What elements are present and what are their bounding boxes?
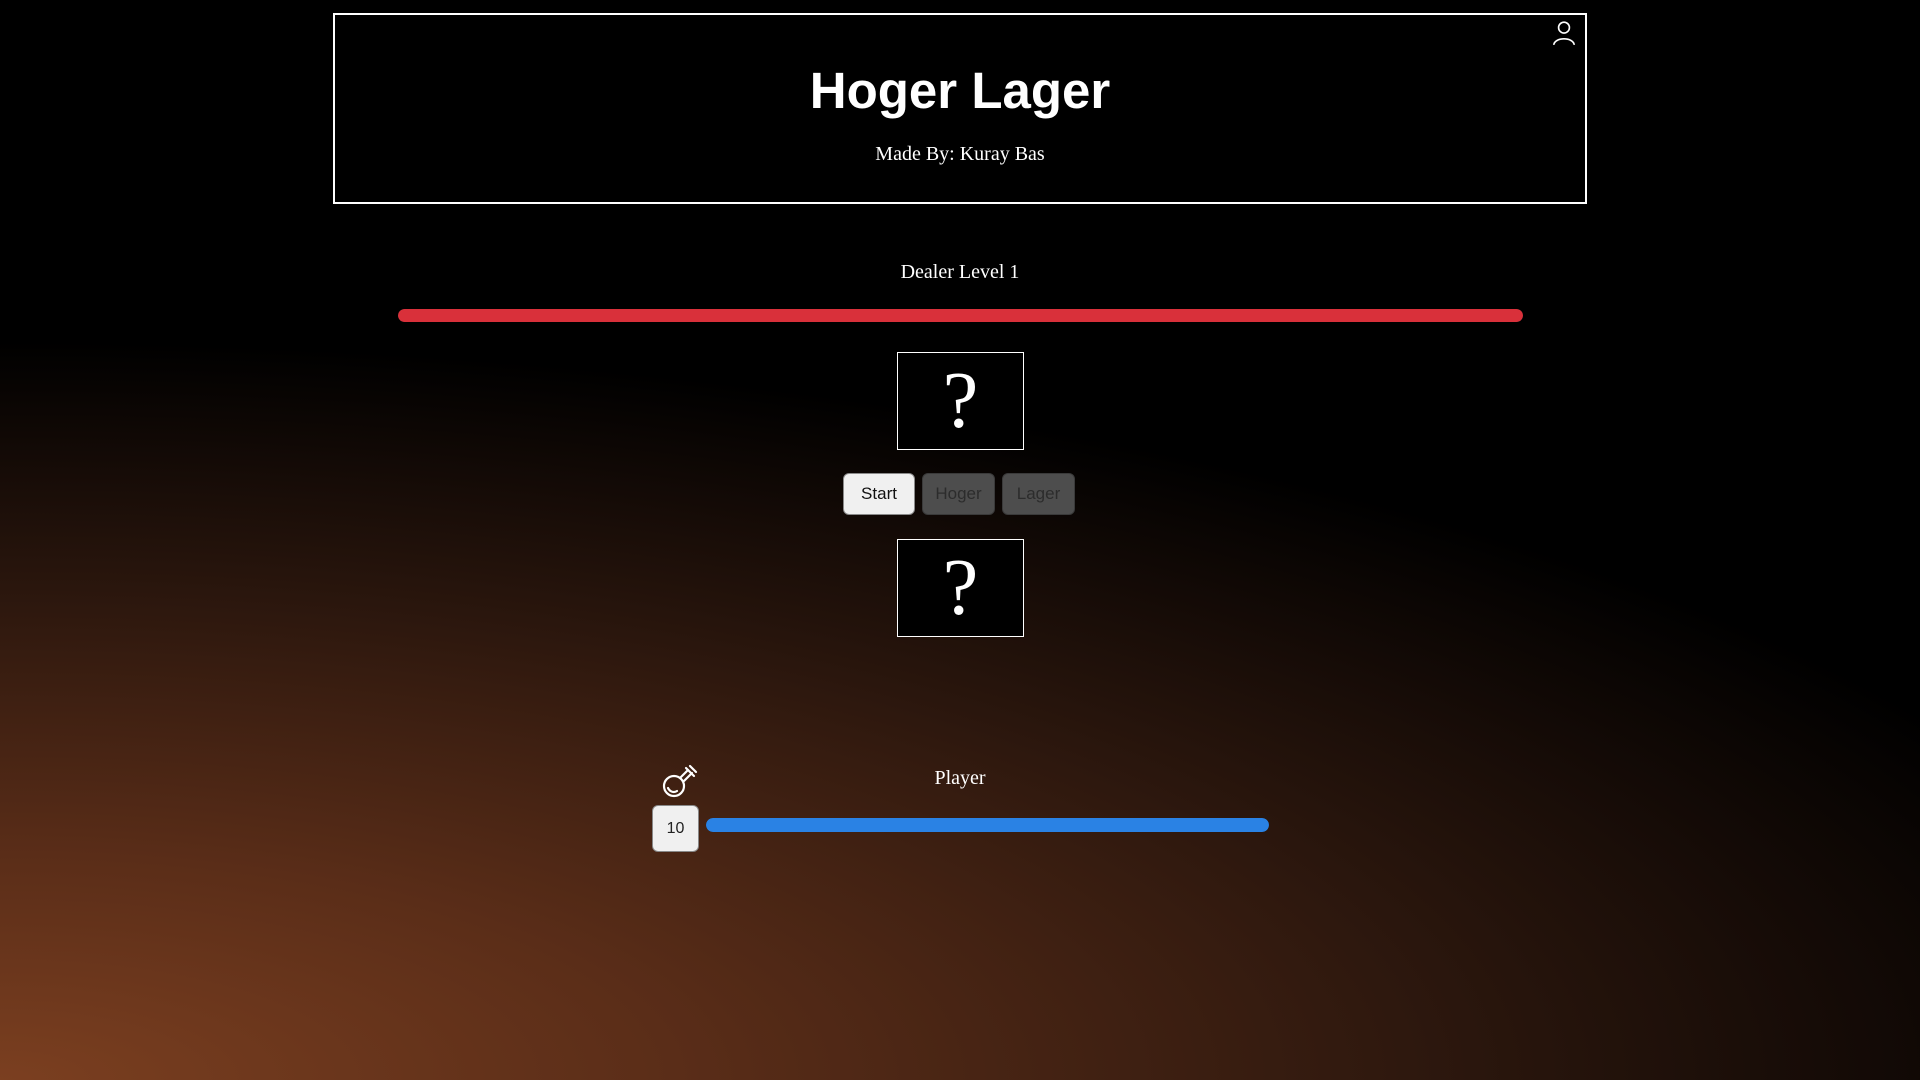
lower-button[interactable]: Lager: [1002, 473, 1075, 515]
start-button[interactable]: Start: [843, 473, 915, 515]
dealer-level-label: Dealer Level 1: [900, 261, 1020, 283]
action-buttons: Start Hoger Lager: [843, 473, 1075, 515]
player-card: ?: [897, 539, 1024, 637]
user-icon[interactable]: [1551, 20, 1577, 46]
author-credit: Made By: Kuray Bas: [875, 143, 1045, 165]
player-label: Player: [934, 767, 986, 789]
player-health-bar: [706, 818, 1269, 832]
higher-button[interactable]: Hoger: [922, 473, 995, 515]
dealer-health-fill: [398, 309, 1523, 322]
potion-icon[interactable]: [659, 762, 699, 802]
game-title: Hoger Lager: [809, 62, 1111, 119]
dealer-health-bar: [398, 309, 1523, 322]
header-panel: Hoger Lager Made By: Kuray Bas: [333, 13, 1587, 204]
player-health-fill: [706, 818, 1269, 832]
dealer-card: ?: [897, 352, 1024, 450]
potion-count[interactable]: 10: [652, 805, 699, 852]
